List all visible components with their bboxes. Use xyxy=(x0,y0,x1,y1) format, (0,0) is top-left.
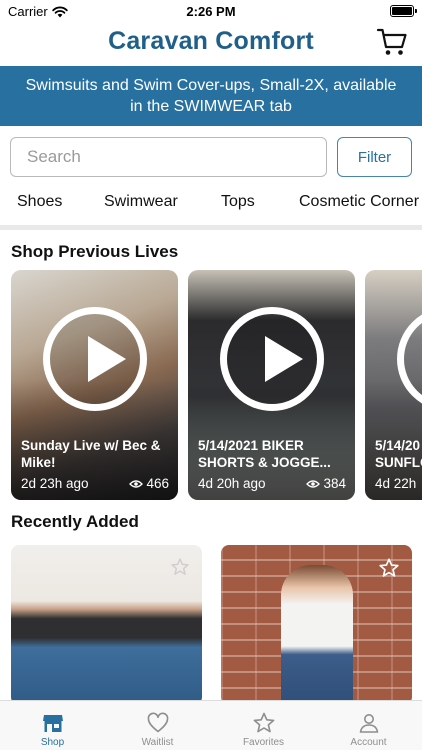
product-model xyxy=(281,565,353,705)
live-age: 4d 20h ago xyxy=(198,476,266,491)
battery-icon xyxy=(390,5,417,17)
person-icon xyxy=(359,714,379,733)
eye-icon xyxy=(306,479,321,488)
live-video-card[interactable]: 5/14/20 SUNFLO 4d 22h xyxy=(365,270,422,500)
tab-waitlist[interactable]: Waitlist xyxy=(105,701,210,750)
live-view-count: 384 xyxy=(323,476,346,491)
live-title: 5/14/20 SUNFLO xyxy=(375,438,422,470)
banner-line-1: Swimsuits and Swim Cover-ups, Small-2X, … xyxy=(25,77,397,94)
play-icon xyxy=(43,307,147,411)
live-video-card[interactable]: 5/14/2021 BIKER SHORTS & JOGGE... 4d 20h… xyxy=(188,270,355,500)
star-icon xyxy=(253,712,275,733)
eye-icon xyxy=(129,479,144,488)
cart-button[interactable] xyxy=(376,27,408,57)
heart-icon xyxy=(147,712,169,733)
category-tab-tops[interactable]: Tops xyxy=(221,193,255,211)
tab-label: Waitlist xyxy=(141,737,174,748)
star-outline-icon[interactable] xyxy=(170,557,190,577)
star-outline-icon[interactable] xyxy=(378,557,400,579)
banner-line-2: in the SWIMWEAR tab xyxy=(130,98,292,115)
filter-button[interactable]: Filter xyxy=(337,137,412,177)
status-time: 2:26 PM xyxy=(186,4,236,19)
status-bar: Carrier 2:26 PM xyxy=(0,0,422,22)
tab-label: Account xyxy=(350,737,387,748)
live-video-card[interactable]: Sunday Live w/ Bec & Mike! 2d 23h ago 46… xyxy=(11,270,178,500)
tab-label: Favorites xyxy=(242,737,285,748)
tab-bar: Shop Waitlist Favorites Account xyxy=(0,700,422,750)
shop-previous-lives-title: Shop Previous Lives xyxy=(11,242,179,261)
product-card[interactable] xyxy=(221,545,412,705)
live-views: 384 xyxy=(306,476,346,491)
tab-shop[interactable]: Shop xyxy=(0,701,105,750)
section-divider xyxy=(0,225,422,230)
app-screen: Carrier 2:26 PM Caravan Comfort Swimsuit… xyxy=(0,0,422,750)
live-title: 5/14/2021 BIKER SHORTS & JOGGE... xyxy=(198,438,331,470)
product-card[interactable] xyxy=(11,545,202,705)
cart-icon xyxy=(376,28,407,55)
live-age: 4d 22h xyxy=(375,476,417,491)
live-age: 2d 23h ago xyxy=(21,476,89,491)
category-tab-cosmetic-corner[interactable]: Cosmetic Corner xyxy=(299,193,419,211)
app-title: Caravan Comfort xyxy=(108,27,314,55)
category-tab-swimwear[interactable]: Swimwear xyxy=(104,193,178,211)
tab-label: Shop xyxy=(40,737,65,748)
promo-banner[interactable]: Swimsuits and Swim Cover-ups, Small-2X, … xyxy=(0,66,422,126)
tab-favorites[interactable]: Favorites xyxy=(211,701,316,750)
play-icon xyxy=(220,307,324,411)
live-view-count: 466 xyxy=(146,476,169,491)
tab-account[interactable]: Account xyxy=(316,701,421,750)
live-views: 466 xyxy=(129,476,169,491)
category-tab-shoes[interactable]: Shoes xyxy=(17,193,62,211)
shop-icon xyxy=(43,715,63,732)
nav-header: Caravan Comfort xyxy=(0,22,422,66)
category-tabs: Shoes Swimwear Tops Cosmetic Corner xyxy=(0,186,422,218)
recently-added-title: Recently Added xyxy=(11,512,139,531)
search-input[interactable] xyxy=(10,137,327,177)
live-title: Sunday Live w/ Bec & Mike! xyxy=(21,438,161,470)
